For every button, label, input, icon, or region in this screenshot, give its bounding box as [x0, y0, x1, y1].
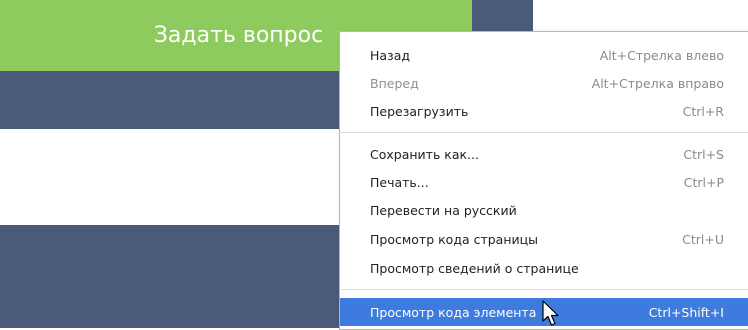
menu-item-label: Просмотр кода страницы — [370, 231, 539, 247]
menu-item-label: Перезагрузить — [370, 103, 469, 119]
menu-separator — [341, 289, 748, 290]
context-menu: Назад Alt+Стрелка влево Вперед Alt+Стрел… — [339, 31, 748, 330]
menu-item-shortcut: Ctrl+S — [683, 146, 724, 162]
menu-item-reload[interactable]: Перезагрузить Ctrl+R — [340, 97, 748, 125]
menu-item-back[interactable]: Назад Alt+Стрелка влево — [340, 41, 748, 69]
menu-item-shortcut: Ctrl+Shift+I — [648, 304, 724, 320]
mouse-pointer-icon — [542, 300, 559, 326]
menu-item-save-as[interactable]: Сохранить как... Ctrl+S — [340, 140, 748, 168]
menu-item-translate[interactable]: Перевести на русский — [340, 196, 748, 224]
menu-item-view-source[interactable]: Просмотр кода страницы Ctrl+U — [340, 225, 748, 253]
menu-item-label: Сохранить как... — [370, 146, 479, 162]
menu-item-label: Вперед — [370, 75, 419, 91]
menu-item-label: Просмотр кода элемента — [370, 304, 537, 320]
ask-question-label: Задать вопрос — [153, 23, 324, 48]
menu-item-shortcut: Ctrl+R — [682, 103, 724, 119]
menu-item-forward[interactable]: Вперед Alt+Стрелка вправо — [340, 69, 748, 97]
menu-item-shortcut: Alt+Стрелка влево — [599, 47, 724, 63]
menu-item-label: Просмотр сведений о странице — [370, 260, 579, 276]
menu-item-page-info[interactable]: Просмотр сведений о странице — [340, 254, 748, 282]
menu-item-shortcut: Alt+Стрелка вправо — [591, 75, 724, 91]
menu-item-print[interactable]: Печать... Ctrl+P — [340, 168, 748, 196]
menu-item-shortcut: Ctrl+U — [682, 231, 724, 247]
menu-item-label: Перевести на русский — [370, 202, 517, 218]
menu-item-label: Печать... — [370, 174, 429, 190]
menu-item-shortcut: Ctrl+P — [683, 174, 724, 190]
menu-item-label: Назад — [370, 47, 411, 63]
menu-separator — [341, 132, 748, 133]
